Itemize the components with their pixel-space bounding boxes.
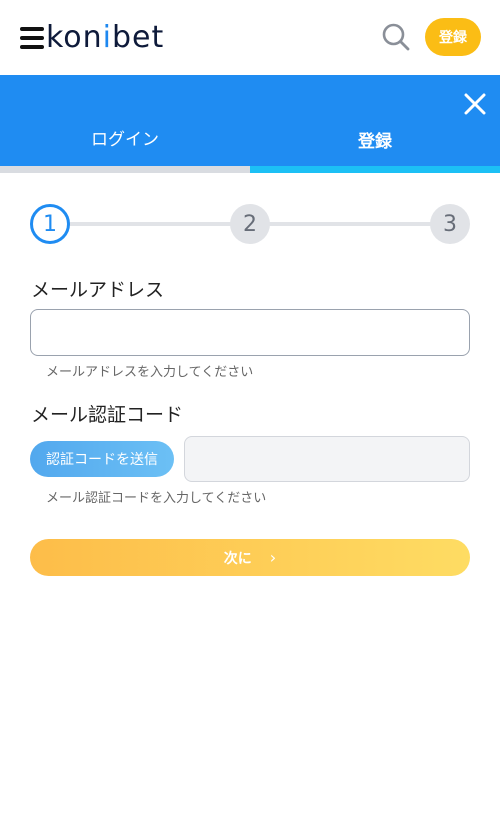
- hamburger-menu-icon[interactable]: [20, 27, 44, 51]
- search-icon[interactable]: [381, 22, 411, 52]
- verification-code-hint: メール認証コードを入力してください: [46, 491, 267, 506]
- step-3: 3: [430, 204, 470, 244]
- verification-code-label: メール認証コード: [31, 404, 184, 426]
- top-header: konibet 登録: [0, 0, 500, 75]
- auth-tab-band: ログイン 登録: [0, 75, 500, 173]
- verification-code-field[interactable]: [184, 436, 470, 482]
- step-1: 1: [30, 204, 70, 244]
- header-register-button[interactable]: 登録: [425, 18, 481, 56]
- step-2: 2: [230, 204, 270, 244]
- brand-logo[interactable]: konibet: [46, 20, 164, 55]
- next-button-label: 次に: [223, 550, 252, 567]
- tab-register[interactable]: 登録: [250, 75, 500, 173]
- send-code-button[interactable]: 認証コードを送信: [30, 441, 174, 477]
- chevron-right-icon: ›: [269, 548, 277, 567]
- tab-register-indicator: [250, 166, 500, 173]
- close-icon[interactable]: [464, 93, 486, 115]
- email-hint: メールアドレスを入力してください: [46, 365, 254, 380]
- tab-login[interactable]: ログイン: [0, 75, 250, 173]
- tab-login-indicator: [0, 166, 250, 173]
- next-button[interactable]: 次に ›: [30, 539, 470, 576]
- email-label: メールアドレス: [31, 279, 165, 301]
- email-field[interactable]: [30, 309, 470, 356]
